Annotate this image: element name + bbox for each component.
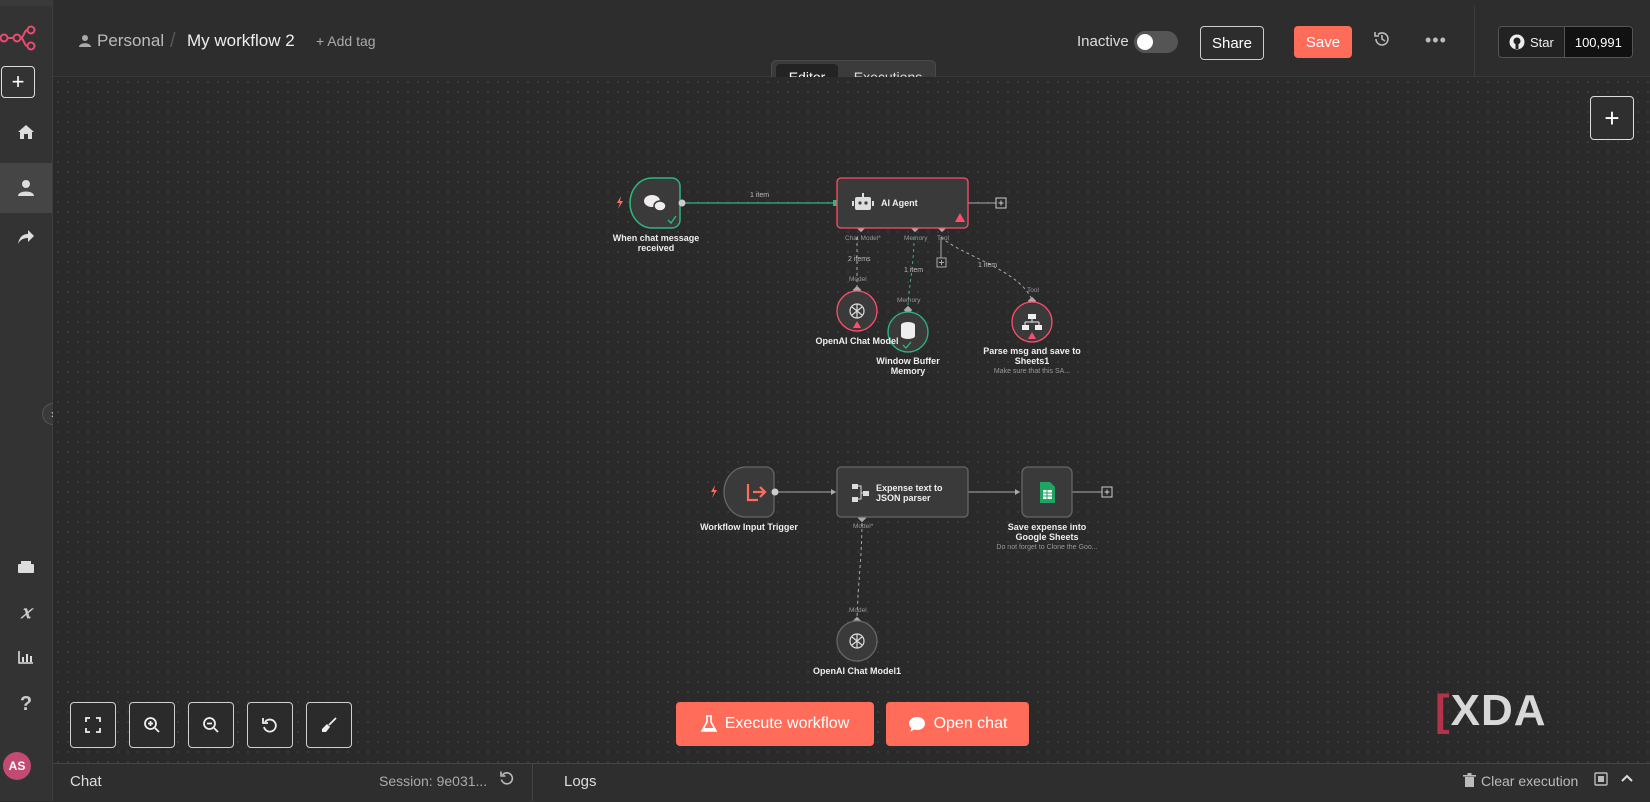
ai-agent-label: AI Agent: [881, 198, 918, 208]
tool-add-plus: [939, 260, 944, 265]
trigger-bolt-icon: [617, 196, 623, 209]
google-sheets-icon: [1040, 482, 1055, 503]
sheets-add-plus: [1104, 489, 1110, 495]
chat-icon: [908, 717, 925, 732]
edge-input-arrow: [831, 489, 836, 495]
port-label-chat-model: Chat Model*: [845, 235, 881, 242]
edge-parser-arrow: [1015, 489, 1020, 495]
execute-workflow-label: Execute workflow: [724, 715, 850, 732]
clear-execution-label: Clear execution: [1481, 773, 1579, 789]
parse-tool-label: Parse msg and save to Sheets1: [983, 346, 1081, 367]
popout-icon[interactable]: [1594, 772, 1608, 789]
workflow-trigger-output-port: [771, 488, 779, 496]
flask-icon: [700, 715, 717, 732]
parse-tool-note: Make sure that this SA...: [993, 368, 1071, 375]
edge-label-tool: 1 item: [978, 262, 998, 269]
reset-session-icon[interactable]: [499, 770, 515, 791]
edge-label-memory: 1 item: [904, 267, 924, 274]
edge-model1-to-parser: [856, 516, 863, 621]
broom-icon: [322, 717, 337, 732]
zoom-out-button[interactable]: [188, 702, 234, 748]
reset-zoom-button[interactable]: [247, 702, 293, 748]
bottom-divider: [532, 763, 533, 801]
xda-logo-icon: [: [1435, 686, 1451, 735]
port-label-tool: Tool: [937, 235, 949, 242]
save-sheets-note: Do not forget to Clone the Goo...: [996, 544, 1098, 551]
xda-watermark: [XDA: [1435, 686, 1547, 736]
trash-icon: [1463, 773, 1476, 787]
workflow-graph: [617, 177, 1113, 662]
port-label-model1-in: Model: [849, 607, 867, 614]
zoom-out-icon: [203, 717, 219, 733]
openai-model1-label: OpenAI Chat Model1: [812, 666, 901, 676]
fit-view-button[interactable]: [70, 702, 116, 748]
save-sheets-label: Save expense into Google Sheets: [1007, 522, 1087, 543]
openai-model-label: OpenAI Chat Model: [815, 336, 899, 346]
port-label-memory: Memory: [904, 235, 928, 242]
edge-label-model: 2 items: [848, 256, 871, 263]
clear-execution-button[interactable]: Clear execution: [1463, 773, 1578, 789]
port-label-model-in: Model: [849, 276, 867, 283]
chat-trigger-label: When chat message received: [612, 233, 700, 254]
logs-panel-title[interactable]: Logs: [564, 773, 597, 790]
undo-icon: [262, 718, 277, 733]
port-label-model-star: Model*: [853, 523, 874, 530]
xda-text: XDA: [1450, 686, 1547, 735]
port-label-tool-in: Tool: [1027, 287, 1039, 294]
zoom-in-button[interactable]: [129, 702, 175, 748]
chat-trigger-output-port: [678, 199, 686, 207]
edge-label-trigger: 1 item: [750, 192, 770, 199]
agent-add-plus: [998, 200, 1004, 206]
open-chat-label: Open chat: [933, 715, 1008, 732]
memory-label: Window Buffer Memory: [876, 356, 940, 377]
workflow-trigger-label: Workflow Input Trigger: [700, 522, 798, 532]
open-chat-button[interactable]: Open chat: [886, 702, 1029, 746]
zoom-in-icon: [144, 717, 160, 733]
expense-parser-label: Expense text to JSON parser: [876, 483, 943, 504]
session-id: Session: 9e031...: [379, 773, 488, 789]
trigger-bolt-icon-2: [711, 485, 717, 498]
collapse-chevron-icon[interactable]: [1620, 770, 1634, 788]
execute-workflow-button[interactable]: Execute workflow: [676, 702, 874, 746]
bottom-panel: [53, 763, 1650, 802]
tidy-up-button[interactable]: [306, 702, 352, 748]
fullscreen-icon: [85, 717, 101, 733]
chat-panel-title[interactable]: Chat: [70, 773, 102, 790]
port-label-memory-in: Memory: [897, 297, 921, 304]
